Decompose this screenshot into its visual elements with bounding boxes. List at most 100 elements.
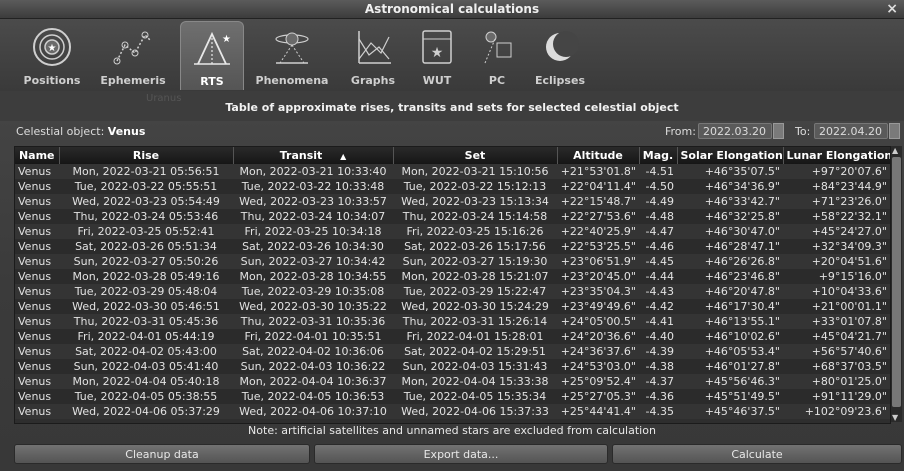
table-row[interactable]: Venus Fri, 2022-04-01 05:44:19 Fri, 2022-0… bbox=[15, 329, 890, 344]
cell-name: Venus bbox=[15, 359, 59, 374]
cell-set: Mon, 2022-04-04 15:33:38 bbox=[393, 374, 557, 389]
cell-rise: Fri, 2022-04-01 05:44:19 bbox=[59, 329, 233, 344]
astronomical-calculations-window: Astronomical calculations × ★ Positions … bbox=[0, 0, 904, 471]
cell-magnitude: -4.43 bbox=[639, 284, 677, 299]
table-row[interactable]: Venus Mon, 2022-03-21 05:56:51 Mon, 2022-0… bbox=[15, 164, 890, 179]
cell-magnitude: -4.48 bbox=[639, 209, 677, 224]
table-row[interactable]: Venus Sat, 2022-04-02 05:43:00 Sat, 2022-0… bbox=[15, 344, 890, 359]
cell-rise: Wed, 2022-03-30 05:46:51 bbox=[59, 299, 233, 314]
cell-magnitude: -4.38 bbox=[639, 359, 677, 374]
table-row[interactable]: Venus Sun, 2022-04-03 05:41:40 Sun, 2022-0… bbox=[15, 359, 890, 374]
cleanup-data-button[interactable]: Cleanup data bbox=[14, 444, 310, 464]
cell-transit: Mon, 2022-03-21 10:33:40 bbox=[233, 164, 393, 179]
cell-magnitude: -4.51 bbox=[639, 164, 677, 179]
cell-transit: Sat, 2022-03-26 10:34:30 bbox=[233, 239, 393, 254]
col-magnitude[interactable]: Mag. bbox=[639, 147, 678, 164]
col-lunar-elongation[interactable]: Lunar Elongation bbox=[783, 147, 890, 164]
tab-graphs-label: Graphs bbox=[350, 74, 396, 87]
from-label: From: bbox=[665, 125, 696, 138]
cell-transit: Thu, 2022-03-24 10:34:07 bbox=[233, 209, 393, 224]
cell-transit: Sun, 2022-03-27 10:34:42 bbox=[233, 254, 393, 269]
eclipses-icon bbox=[546, 31, 579, 61]
cell-magnitude: -4.50 bbox=[639, 179, 677, 194]
cell-set: Sun, 2022-03-27 15:19:30 bbox=[393, 254, 557, 269]
table-row[interactable]: Venus Wed, 2022-03-23 05:54:49 Wed, 2022-0… bbox=[15, 194, 890, 209]
export-data-button[interactable]: Export data... bbox=[314, 444, 608, 464]
tab-ephemeris[interactable]: Ephemeris bbox=[96, 21, 170, 89]
tab-phenomena[interactable]: Phenomena bbox=[252, 21, 332, 89]
table-row[interactable]: Venus Tue, 2022-04-05 05:38:55 Tue, 2022-0… bbox=[15, 389, 890, 404]
cell-lunar-elongation: +102°09'23.6" bbox=[783, 404, 890, 419]
cell-altitude: +21°53'01.8" bbox=[557, 164, 639, 179]
cell-name: Venus bbox=[15, 164, 59, 179]
tab-eclipses[interactable]: Eclipses bbox=[528, 21, 592, 89]
table-header-row: Name Rise Transit ▲ Set Altitude Mag. So… bbox=[15, 147, 890, 164]
rts-icon: ★ bbox=[194, 31, 231, 65]
table-row[interactable]: Venus Sat, 2022-03-26 05:51:34 Sat, 2022-0… bbox=[15, 239, 890, 254]
scroll-up-icon[interactable]: ▲ bbox=[892, 146, 898, 155]
cell-transit: Thu, 2022-03-31 10:35:36 bbox=[233, 314, 393, 329]
from-date-spinner[interactable] bbox=[773, 123, 784, 139]
celestial-object-value: Venus bbox=[107, 125, 146, 138]
cell-altitude: +23°20'45.0" bbox=[557, 269, 639, 284]
table-row[interactable]: Venus Fri, 2022-03-25 05:52:41 Fri, 2022-0… bbox=[15, 224, 890, 239]
svg-text:★: ★ bbox=[431, 45, 444, 61]
table-row[interactable]: Venus Mon, 2022-03-28 05:49:16 Mon, 2022-0… bbox=[15, 269, 890, 284]
calculate-button[interactable]: Calculate bbox=[612, 444, 902, 464]
cell-transit: Tue, 2022-03-22 10:33:48 bbox=[233, 179, 393, 194]
cell-transit: Mon, 2022-03-28 10:34:55 bbox=[233, 269, 393, 284]
tab-wut[interactable]: ★ WUT bbox=[412, 21, 462, 89]
cell-magnitude: -4.40 bbox=[639, 329, 677, 344]
col-altitude[interactable]: Altitude bbox=[557, 147, 640, 164]
col-rise[interactable]: Rise bbox=[59, 147, 234, 164]
table-row[interactable]: Venus Thu, 2022-03-31 05:45:36 Thu, 2022-0… bbox=[15, 314, 890, 329]
cell-rise: Tue, 2022-04-05 05:38:55 bbox=[59, 389, 233, 404]
table-row[interactable]: Venus Sun, 2022-03-27 05:50:26 Sun, 2022-0… bbox=[15, 254, 890, 269]
close-icon[interactable]: × bbox=[886, 0, 898, 18]
cell-altitude: +22°53'25.5" bbox=[557, 239, 639, 254]
table-row[interactable]: Venus Tue, 2022-03-22 05:55:51 Tue, 2022-0… bbox=[15, 179, 890, 194]
table-scrollbar[interactable]: ▲ ▼ bbox=[891, 146, 902, 422]
table-row[interactable]: Venus Tue, 2022-03-29 05:48:04 Tue, 2022-0… bbox=[15, 284, 890, 299]
col-transit[interactable]: Transit ▲ bbox=[233, 147, 394, 164]
scroll-down-icon[interactable]: ▼ bbox=[892, 413, 898, 422]
phenomena-icon bbox=[275, 32, 309, 64]
cell-rise: Mon, 2022-04-04 05:40:18 bbox=[59, 374, 233, 389]
cell-transit: Wed, 2022-04-06 10:37:10 bbox=[233, 404, 393, 419]
col-name[interactable]: Name bbox=[15, 147, 60, 164]
tab-pc[interactable]: PC bbox=[470, 21, 524, 89]
table-row[interactable]: Venus Mon, 2022-04-04 05:40:18 Mon, 2022-0… bbox=[15, 374, 890, 389]
cell-magnitude: -4.45 bbox=[639, 254, 677, 269]
tab-positions[interactable]: ★ Positions bbox=[20, 21, 84, 89]
cell-rise: Tue, 2022-03-29 05:48:04 bbox=[59, 284, 233, 299]
cell-solar-elongation: +46°33'42.7" bbox=[677, 194, 783, 209]
col-set[interactable]: Set bbox=[393, 147, 558, 164]
cell-magnitude: -4.46 bbox=[639, 239, 677, 254]
to-date-spinner[interactable] bbox=[889, 123, 900, 139]
graphs-icon bbox=[358, 31, 391, 64]
col-solar-elongation[interactable]: Solar Elongation bbox=[677, 147, 784, 164]
table-row[interactable]: Venus Thu, 2022-03-24 05:53:46 Thu, 2022-0… bbox=[15, 209, 890, 224]
from-date-field[interactable]: 2022.03.20 bbox=[698, 123, 772, 139]
tab-wut-label: WUT bbox=[422, 74, 452, 87]
cell-magnitude: -4.42 bbox=[639, 299, 677, 314]
cell-transit: Wed, 2022-03-23 10:33:57 bbox=[233, 194, 393, 209]
cell-altitude: +22°15'48.7" bbox=[557, 194, 639, 209]
table-row[interactable]: Venus Wed, 2022-03-30 05:46:51 Wed, 2022-0… bbox=[15, 299, 890, 314]
table-row[interactable]: Venus Wed, 2022-04-06 05:37:29 Wed, 2022-0… bbox=[15, 404, 890, 419]
cell-set: Wed, 2022-04-06 15:37:33 bbox=[393, 404, 557, 419]
title-bar: Astronomical calculations × bbox=[0, 0, 904, 19]
tab-ephemeris-label: Ephemeris bbox=[100, 74, 166, 87]
tab-rts[interactable]: ★ RTS bbox=[180, 21, 244, 90]
cell-altitude: +24°36'37.6" bbox=[557, 344, 639, 359]
scrollbar-thumb[interactable] bbox=[892, 157, 901, 407]
cell-lunar-elongation: +20°04'51.6" bbox=[783, 254, 890, 269]
cell-set: Wed, 2022-03-30 15:24:29 bbox=[393, 299, 557, 314]
cell-solar-elongation: +46°23'46.8" bbox=[677, 269, 783, 284]
cell-set: Thu, 2022-03-31 15:26:14 bbox=[393, 314, 557, 329]
tab-pc-label: PC bbox=[488, 74, 506, 87]
to-date-field[interactable]: 2022.04.20 bbox=[814, 123, 888, 139]
tab-graphs[interactable]: Graphs bbox=[342, 21, 404, 89]
cell-solar-elongation: +46°32'25.8" bbox=[677, 209, 783, 224]
cell-magnitude: -4.39 bbox=[639, 344, 677, 359]
